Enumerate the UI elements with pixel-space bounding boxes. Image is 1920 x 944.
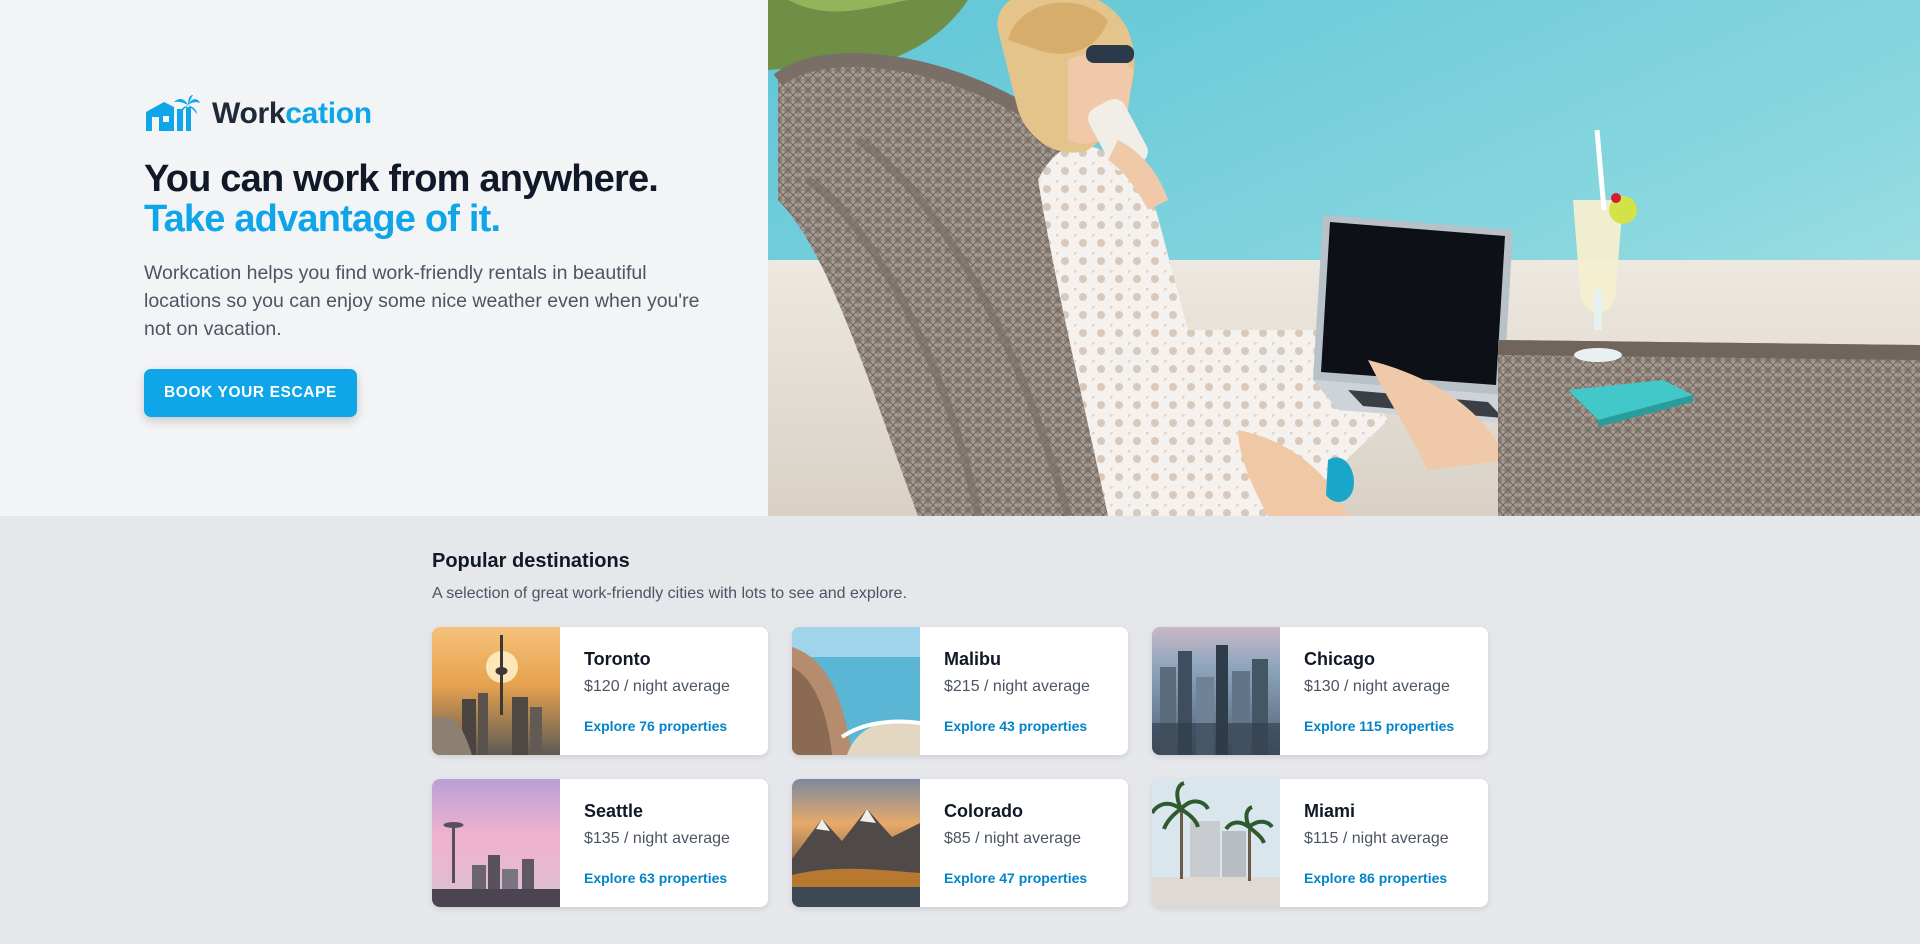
explore-properties-link[interactable]: Explore 86 properties: [1304, 870, 1449, 886]
card-body: Chicago $130 / night average Explore 115…: [1280, 627, 1478, 755]
colorado-photo: [792, 779, 920, 907]
night-price: $215 / night average: [944, 678, 1090, 695]
headline-line-1: You can work from anywhere.: [144, 158, 659, 200]
hero-blurb: Workcation helps you find work-friendly …: [144, 262, 700, 340]
explore-properties-link[interactable]: Explore 47 properties: [944, 870, 1087, 886]
seattle-photo: [432, 779, 560, 907]
explore-properties-link[interactable]: Explore 115 properties: [1304, 718, 1454, 734]
hero-section: Workcation You can work from anywhere. T…: [0, 0, 1920, 516]
explore-properties-link[interactable]: Explore 76 properties: [584, 718, 730, 734]
hero-image-beach-woman-laptop: [768, 0, 1920, 516]
city-name: Miami: [1304, 801, 1356, 821]
toronto-photo: [432, 627, 560, 755]
book-your-escape-button[interactable]: BOOK YOUR ESCAPE: [144, 369, 357, 417]
section-subtitle: A selection of great work-friendly citie…: [432, 585, 907, 602]
city-name: Toronto: [584, 649, 651, 669]
headline-line-2: Take advantage of it.: [144, 198, 501, 240]
night-price: $85 / night average: [944, 830, 1081, 847]
explore-properties-link[interactable]: Explore 43 properties: [944, 718, 1090, 734]
house-palm-logo-icon: [146, 95, 200, 131]
night-price: $120 / night average: [584, 678, 730, 695]
brand-name-dark: Work: [212, 97, 286, 130]
card-body: Miami $115 / night average Explore 86 pr…: [1280, 779, 1473, 907]
night-price: $130 / night average: [1304, 678, 1450, 695]
section-title: Popular destinations: [432, 550, 630, 572]
brand-name: Workcation: [212, 97, 372, 131]
popular-destinations-section: Popular destinations A selection of grea…: [432, 550, 1488, 907]
malibu-photo: [792, 627, 920, 755]
brand-logo[interactable]: Workcation: [144, 95, 768, 133]
explore-properties-link[interactable]: Explore 63 properties: [584, 870, 730, 886]
city-name: Colorado: [944, 801, 1023, 821]
destination-card-colorado[interactable]: Colorado $85 / night average Explore 47 …: [792, 779, 1128, 907]
destination-grid: Toronto $120 / night average Explore 76 …: [432, 627, 1488, 907]
card-body: Toronto $120 / night average Explore 76 …: [560, 627, 754, 755]
miami-photo: [1152, 779, 1280, 907]
destination-card-miami[interactable]: Miami $115 / night average Explore 86 pr…: [1152, 779, 1488, 907]
card-body: Colorado $85 / night average Explore 47 …: [920, 779, 1111, 907]
card-body: Malibu $215 / night average Explore 43 p…: [920, 627, 1114, 755]
hero-headline: You can work from anywhere. Take advanta…: [144, 159, 768, 239]
brand-name-accent: cation: [285, 97, 372, 130]
city-name: Seattle: [584, 801, 644, 821]
card-body: Seattle $135 / night average Explore 63 …: [560, 779, 754, 907]
night-price: $115 / night average: [1304, 830, 1449, 847]
destination-card-seattle[interactable]: Seattle $135 / night average Explore 63 …: [432, 779, 768, 907]
destination-card-malibu[interactable]: Malibu $215 / night average Explore 43 p…: [792, 627, 1128, 755]
city-name: Chicago: [1304, 649, 1376, 669]
hero-content: Workcation You can work from anywhere. T…: [0, 0, 768, 516]
city-name: Malibu: [944, 649, 1001, 669]
destination-card-toronto[interactable]: Toronto $120 / night average Explore 76 …: [432, 627, 768, 755]
destination-card-chicago[interactable]: Chicago $130 / night average Explore 115…: [1152, 627, 1488, 755]
chicago-photo: [1152, 627, 1280, 755]
night-price: $135 / night average: [584, 830, 730, 847]
